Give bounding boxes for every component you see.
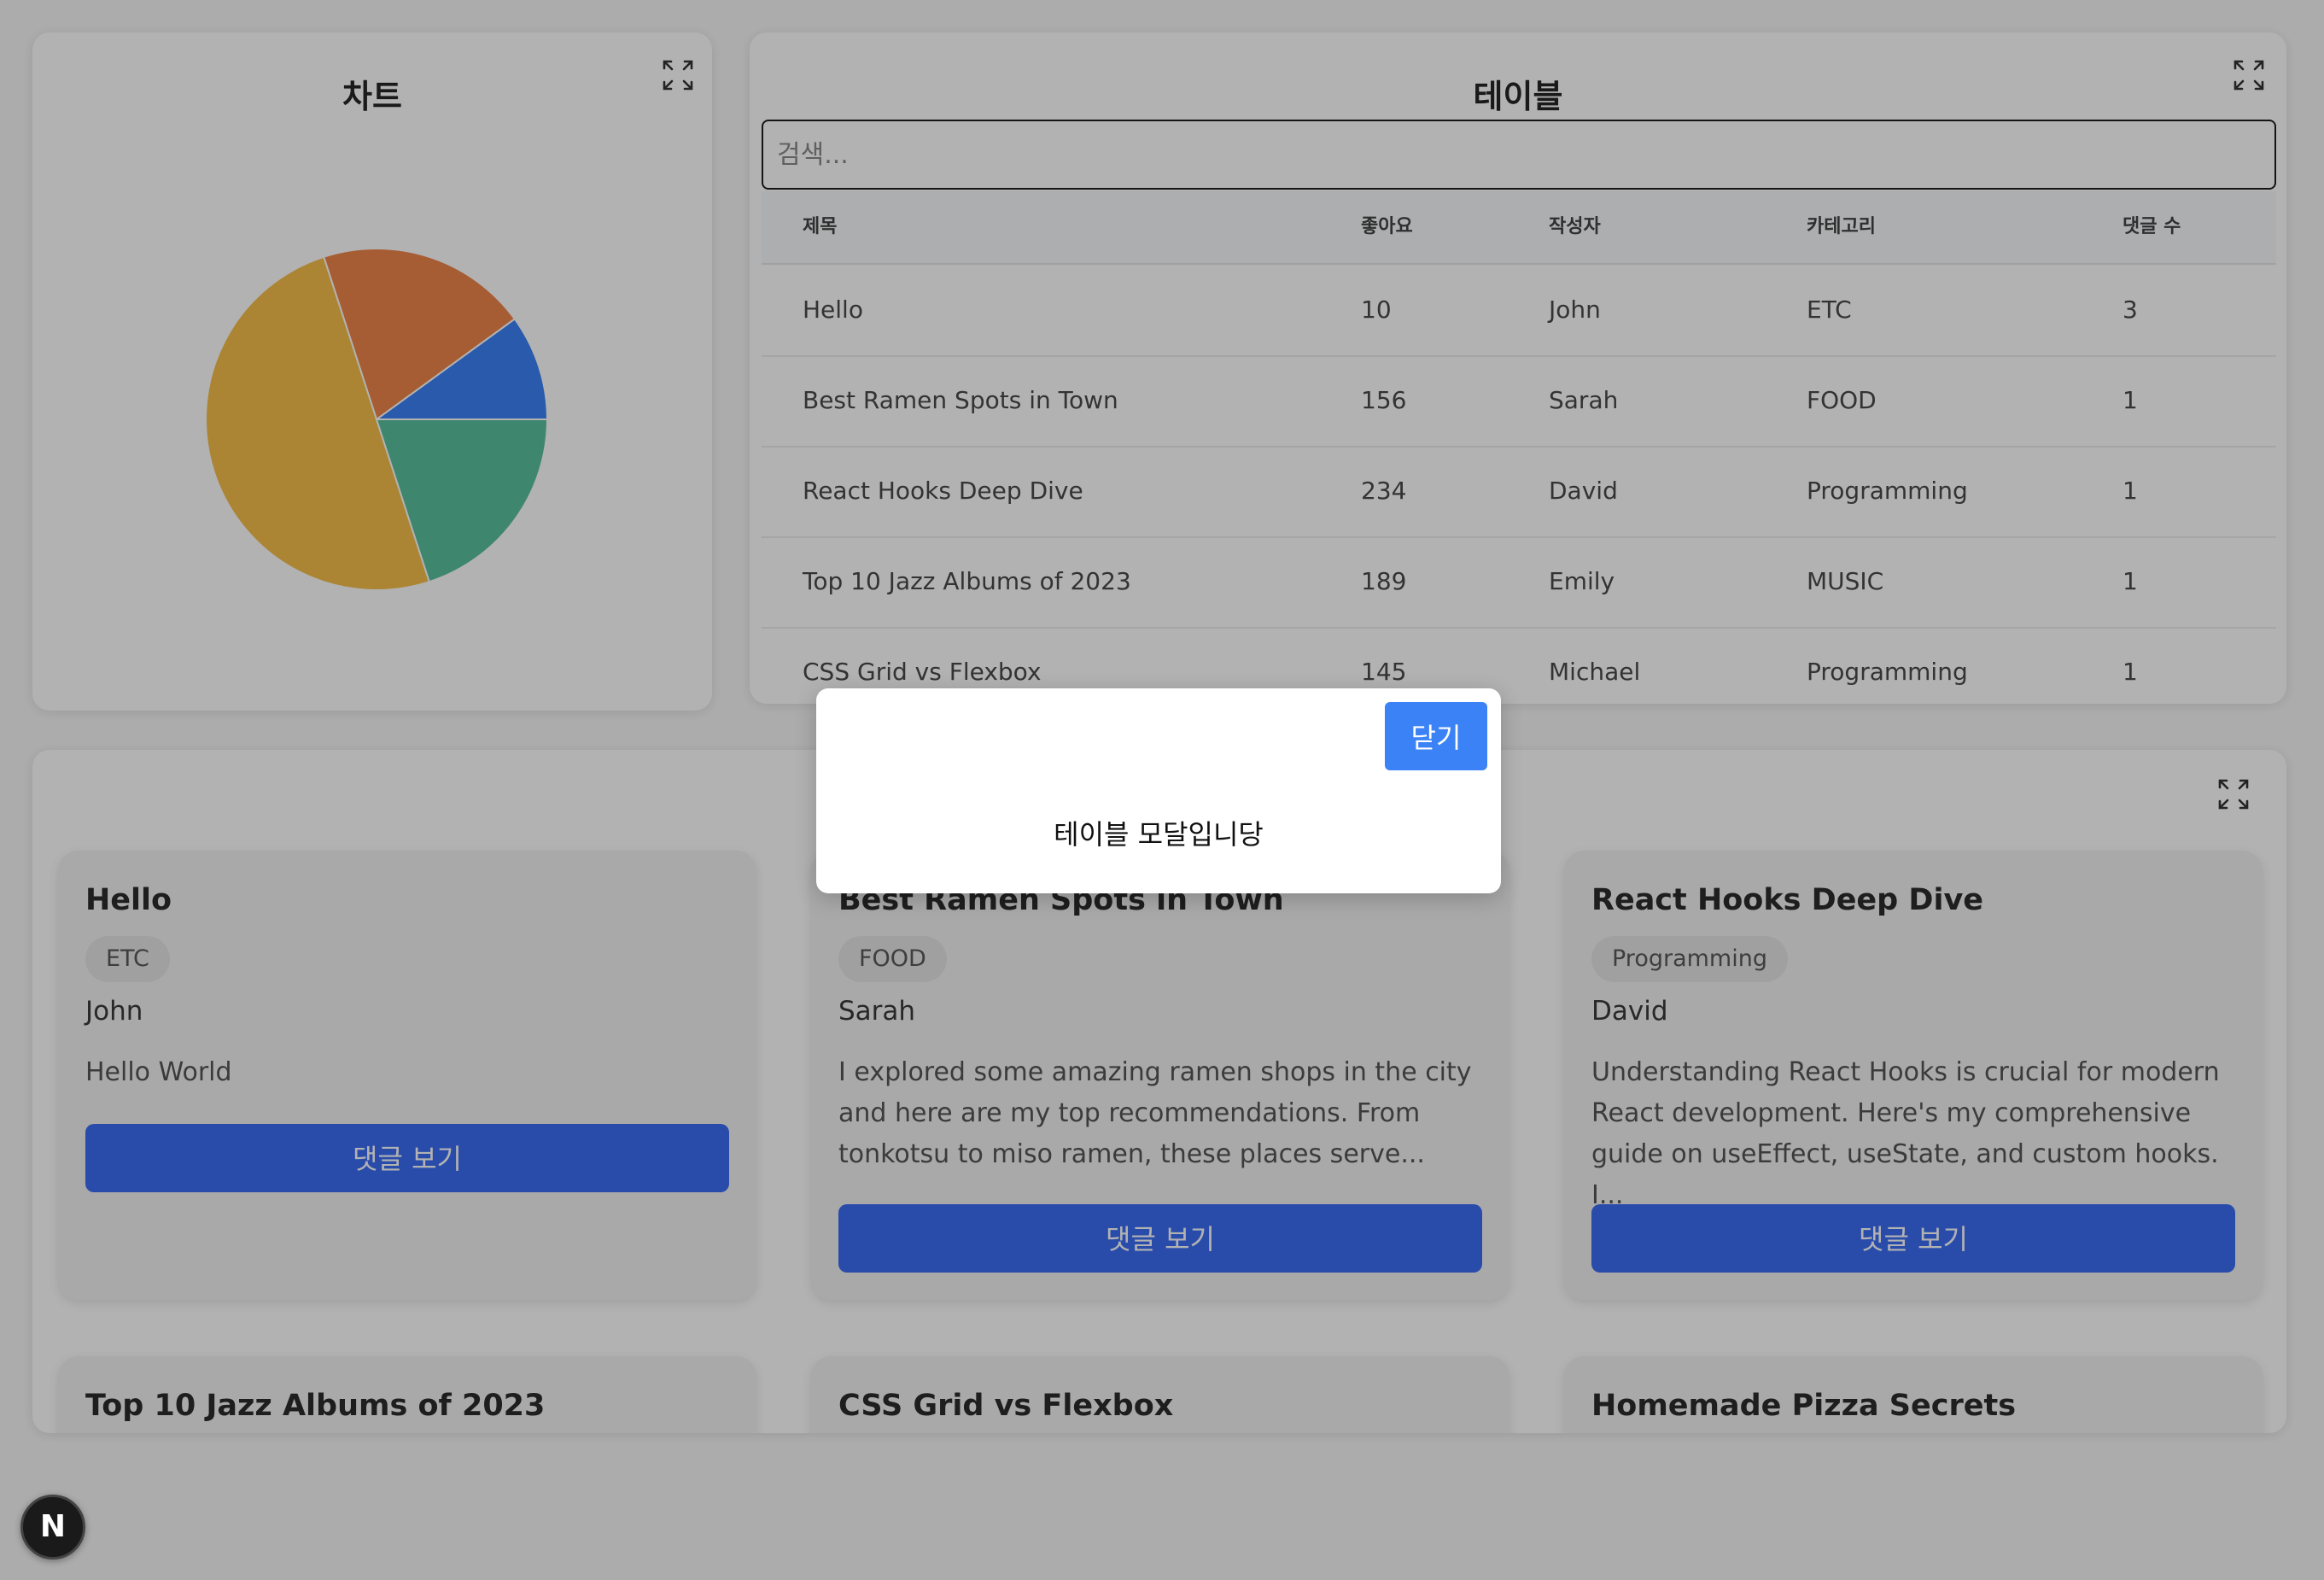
close-button[interactable]: 닫기 xyxy=(1385,702,1487,770)
nextjs-dev-badge[interactable]: N xyxy=(20,1495,85,1560)
modal-message: 테이블 모달입니당 xyxy=(1054,818,1264,851)
table-modal: 닫기 테이블 모달입니당 xyxy=(816,688,1501,893)
